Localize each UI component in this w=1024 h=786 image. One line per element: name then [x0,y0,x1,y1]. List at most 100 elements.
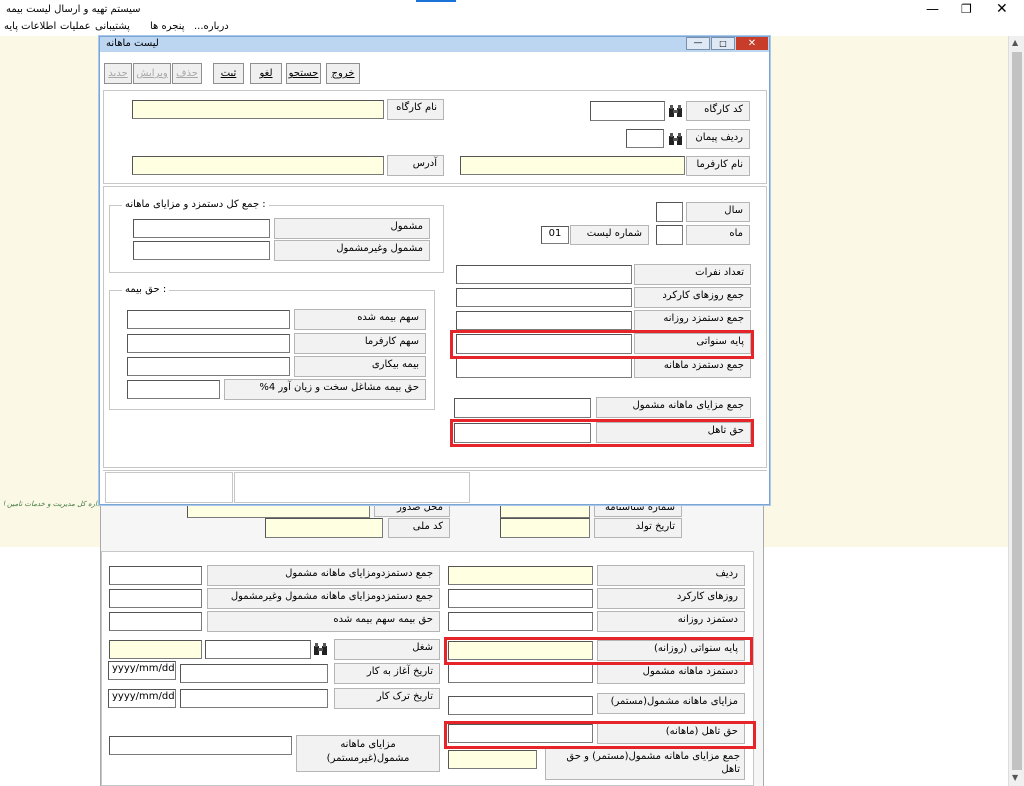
app-titlebar: سیستم تهیه و ارسال لیست بیمه — ❐ ✕ [0,0,1024,20]
employer-share-field[interactable] [127,334,290,353]
menu-operations[interactable]: عملیات [60,21,91,32]
workshop-name-label: نام کارگاه [387,99,444,120]
list-number-label: شماره لیست [570,225,649,245]
new-button-label: جدید [108,68,128,79]
wage-group [109,205,444,273]
headcount-field[interactable] [456,265,632,284]
daily-wage-total-field[interactable] [456,311,632,330]
search-button[interactable]: جستجو [286,63,321,84]
total-benefits-marital-label: جمع مزایای ماهانه مشمول(مستمر) و حق تاهل [545,747,745,780]
menu-support[interactable]: پشتیبانی [95,21,130,32]
wage-taxable-field[interactable] [133,219,270,238]
close-icon[interactable]: ✕ [996,1,1008,17]
monthly-wage-total-label: جمع دستمزد ماهانه [634,357,751,378]
work-days-field[interactable] [448,589,593,608]
hard-jobs-field[interactable] [127,380,220,399]
insured-share-field[interactable] [109,612,202,631]
headcount-label: تعداد نفرات [634,264,751,285]
sum-wage-all-label: جمع دستمزدومزایای ماهانه مشمول وغیرمشمول [207,588,440,609]
highlight-marital-monthly [444,721,756,749]
daily-wage-label: دستمزد روزانه [597,611,745,632]
address-label: آدرس [387,155,444,176]
save-button[interactable]: ثبت [213,63,244,84]
insured-share-total-field[interactable] [127,310,290,329]
contract-binoculars-icon[interactable] [668,131,683,146]
employer-share-label: سهم کارفرما [294,333,426,354]
dialog-titlebar: لیست ماهانه — □ ✕ [100,37,769,52]
contract-row-field[interactable] [626,129,664,148]
dialog-minimize-button[interactable]: — [686,37,710,50]
month-label: ماه [686,225,750,245]
binoculars-icon[interactable] [313,641,328,656]
start-date-format[interactable]: yyyy/mm/dd [108,661,176,680]
wage-all-field[interactable] [133,241,270,260]
exit-button-label: خروج [331,68,355,79]
job-code-field[interactable] [109,640,202,659]
daily-wage-field[interactable] [448,612,593,631]
menu-bar: ...درباره پنجره ها پشتیبانی عملیات اطلاع… [0,20,1024,36]
delete-button-label: حذف [176,68,198,79]
search-button-label: جستجو [288,68,319,79]
hard-jobs-label: حق بیمه مشاغل سخت و زیان آور 4% [224,379,426,400]
menu-windows[interactable]: پنجره ها [150,21,185,32]
national-code-field[interactable] [265,518,383,538]
year-field[interactable] [656,202,683,222]
total-benefits-marital-field[interactable] [448,750,537,769]
dialog-restore-button[interactable]: □ [711,37,735,50]
end-date-field[interactable] [180,689,328,708]
minimize-icon[interactable]: — [926,2,939,17]
unemployment-field[interactable] [127,357,290,376]
end-date-format[interactable]: yyyy/mm/dd [108,689,176,708]
birth-date-field[interactable] [500,518,590,538]
workshop-code-binoculars-icon[interactable] [668,103,683,118]
wage-all-label: مشمول وغیرمشمول [274,240,430,261]
end-date-label: تاریخ ترک کار [334,688,440,709]
workshop-code-field[interactable] [590,101,665,121]
unemployment-label: بیمه بیکاری [294,356,426,377]
insurance-group-title: : حق بیمه [122,284,170,295]
job-label: شغل [334,639,440,660]
benefits-total-field[interactable] [454,398,591,418]
maximize-icon[interactable]: ❐ [961,2,972,16]
contract-row-label: ردیف پیمان [686,129,750,149]
start-date-field[interactable] [180,664,328,683]
sum-wage-taxable-field[interactable] [109,566,202,585]
list-number-field[interactable]: 01 [541,226,569,244]
dialog-close-button[interactable]: ✕ [736,37,768,50]
menu-about[interactable]: ...درباره [194,21,229,32]
sum-wage-all-field[interactable] [109,589,202,608]
benefits-noncont-field[interactable] [109,736,292,755]
start-date-label: تاریخ آغاز به کار [334,663,440,684]
monthly-wage-field[interactable] [448,664,593,683]
workshop-name-field[interactable] [132,100,384,119]
delete-button[interactable]: حذف [172,63,202,84]
daily-wage-total-label: جمع دستمزد روزانه [634,310,751,331]
cancel-button[interactable]: لغو [250,63,282,84]
save-button-label: ثبت [220,68,237,79]
scroll-down-icon[interactable]: ▼ [1012,773,1018,782]
exit-button[interactable]: خروج [326,63,360,84]
job-name-field[interactable] [205,640,311,659]
dialog-title: لیست ماهانه [106,38,159,49]
wage-group-title: : جمع کل دستمزد و مزایای ماهانه [122,199,269,210]
benefits-noncont-label: مزایای ماهانه مشمول(غیرمستمر) [296,735,440,772]
highlight-marital-total [450,419,754,447]
monthly-benefits-cont-field[interactable] [448,696,593,715]
vertical-scrollbar[interactable]: ▲ ▼ [1008,36,1024,786]
scroll-thumb[interactable] [1012,52,1022,770]
scroll-up-icon[interactable]: ▲ [1012,38,1018,47]
row-field[interactable] [448,566,593,585]
monthly-wage-total-field[interactable] [456,358,632,378]
menu-base-info[interactable]: اطلاعات پایه [4,21,56,32]
national-code-label: کد ملی [388,518,450,538]
month-field[interactable] [656,225,683,245]
edit-button[interactable]: ویرایش [133,63,171,84]
sum-wage-taxable-label: جمع دستمزدومزایای ماهانه مشمول [207,565,440,586]
employer-name-field[interactable] [460,156,685,175]
cancel-button-label: لغو [259,68,273,79]
work-days-total-field[interactable] [456,288,632,307]
address-field[interactable] [132,156,384,175]
edit-button-label: ویرایش [136,68,168,79]
new-button[interactable]: جدید [104,63,132,84]
benefits-total-label: جمع مزایای ماهانه مشمول [596,397,751,418]
